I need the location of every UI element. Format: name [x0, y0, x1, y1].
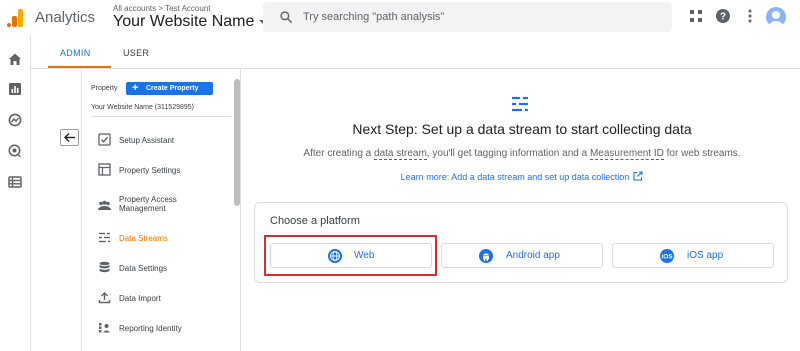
apps-grid-icon[interactable]: [688, 8, 704, 24]
android-platform-label: Android app: [506, 250, 560, 261]
analytics-logo[interactable]: [7, 9, 23, 27]
breadcrumb[interactable]: All accounts > Test Account: [113, 4, 210, 13]
page-title: Next Step: Set up a data stream to start…: [352, 121, 692, 137]
help-icon[interactable]: ?: [715, 8, 731, 24]
menu-item-property-access-management[interactable]: Property Access Management: [85, 190, 234, 218]
menu-item-label: Setup Assistant: [119, 136, 175, 145]
divider: [91, 116, 231, 117]
data-stream-term[interactable]: data stream: [374, 148, 427, 160]
menu-item-data-streams[interactable]: Data Streams: [85, 224, 234, 252]
menu-item-label: Property Settings: [119, 166, 181, 175]
active-tab-indicator: [48, 66, 111, 68]
app-name: Analytics: [35, 9, 96, 26]
search-placeholder: Try searching "path analysis": [303, 11, 445, 23]
ios-platform-button[interactable]: iOS iOS app: [612, 243, 774, 268]
menu-item-property-settings[interactable]: Property Settings: [85, 156, 234, 184]
menu-item-data-import[interactable]: Data Import: [85, 284, 234, 312]
learn-more-link[interactable]: Learn more: Add a data stream and set up…: [244, 171, 800, 182]
arrow-back-icon: [64, 133, 75, 142]
create-property-label: Create Property: [146, 85, 199, 92]
account-avatar[interactable]: [766, 7, 786, 27]
choose-platform-title: Choose a platform: [270, 215, 360, 227]
checklist-icon: [98, 133, 111, 146]
create-property-button[interactable]: + Create Property: [126, 82, 213, 95]
breadcrumb-account[interactable]: Test Account: [165, 4, 210, 13]
menu-item-reporting-identity[interactable]: Reporting Identity: [85, 314, 234, 342]
tab-admin[interactable]: ADMIN: [60, 48, 91, 58]
menu-item-setup-assistant[interactable]: Setup Assistant: [85, 126, 234, 154]
subtitle-text: for web streams.: [663, 148, 741, 159]
svg-text:iOS: iOS: [661, 254, 673, 261]
data-streams-icon: [512, 96, 528, 112]
collapse-gutter: [31, 69, 85, 351]
ios-platform-label: iOS app: [687, 250, 724, 261]
upload-icon: [98, 292, 111, 304]
subtitle-text: After creating a: [303, 148, 375, 159]
person-icon: [769, 11, 783, 27]
breadcrumb-separator: >: [156, 4, 166, 13]
menu-item-label: Data Import: [119, 294, 161, 303]
gutter-divider: [81, 69, 82, 351]
breadcrumb-all-accounts[interactable]: All accounts: [113, 4, 156, 13]
web-button-highlight: [264, 235, 437, 276]
property-selector[interactable]: Your Website Name: [113, 13, 268, 31]
configure-icon[interactable]: [8, 175, 22, 189]
menu-item-label: Property Access Management: [119, 195, 177, 213]
panel-scrollbar[interactable]: [234, 79, 240, 206]
reporting-identity-icon: [99, 323, 110, 333]
ios-icon: iOS: [660, 249, 674, 263]
subtitle-text: , you'll get tagging information and a: [426, 148, 590, 159]
people-icon: [98, 200, 111, 210]
android-icon: [479, 249, 493, 263]
property-selector-label: Your Website Name: [113, 13, 255, 30]
learn-more-label: Learn more: Add a data stream and set up…: [400, 172, 630, 182]
page-subtitle: After creating a data stream, you'll get…: [244, 148, 800, 160]
property-column-label: Property: [91, 85, 118, 92]
menu-item-label: Data Streams: [119, 234, 168, 243]
admin-tabs: ADMIN USER: [31, 36, 800, 69]
home-icon[interactable]: [8, 52, 22, 66]
property-name-id[interactable]: Your Website Name (311529895): [91, 104, 194, 111]
left-nav: [0, 36, 31, 351]
open-in-new-icon: [633, 171, 643, 181]
explore-icon[interactable]: [8, 113, 22, 127]
data-streams-icon: [99, 232, 110, 243]
plus-icon: +: [132, 82, 139, 94]
menu-item-label: Reporting Identity: [119, 324, 182, 333]
android-platform-button[interactable]: Android app: [441, 243, 603, 268]
advertising-icon[interactable]: [8, 144, 22, 158]
reports-icon[interactable]: [8, 82, 22, 96]
search-bar[interactable]: Try searching "path analysis": [263, 2, 672, 32]
more-vert-icon[interactable]: [742, 8, 758, 24]
tab-user[interactable]: USER: [123, 48, 149, 58]
property-settings-icon: [98, 163, 111, 176]
top-header: Analytics All accounts > Test Account Yo…: [0, 0, 800, 36]
collapse-panel-button[interactable]: [60, 129, 79, 146]
svg-text:?: ?: [720, 12, 726, 23]
search-icon: [280, 11, 293, 24]
menu-item-label: Data Settings: [119, 264, 168, 273]
database-icon: [99, 261, 110, 273]
menu-item-data-settings[interactable]: Data Settings: [85, 254, 234, 282]
measurement-id-term[interactable]: Measurement ID: [589, 148, 664, 160]
